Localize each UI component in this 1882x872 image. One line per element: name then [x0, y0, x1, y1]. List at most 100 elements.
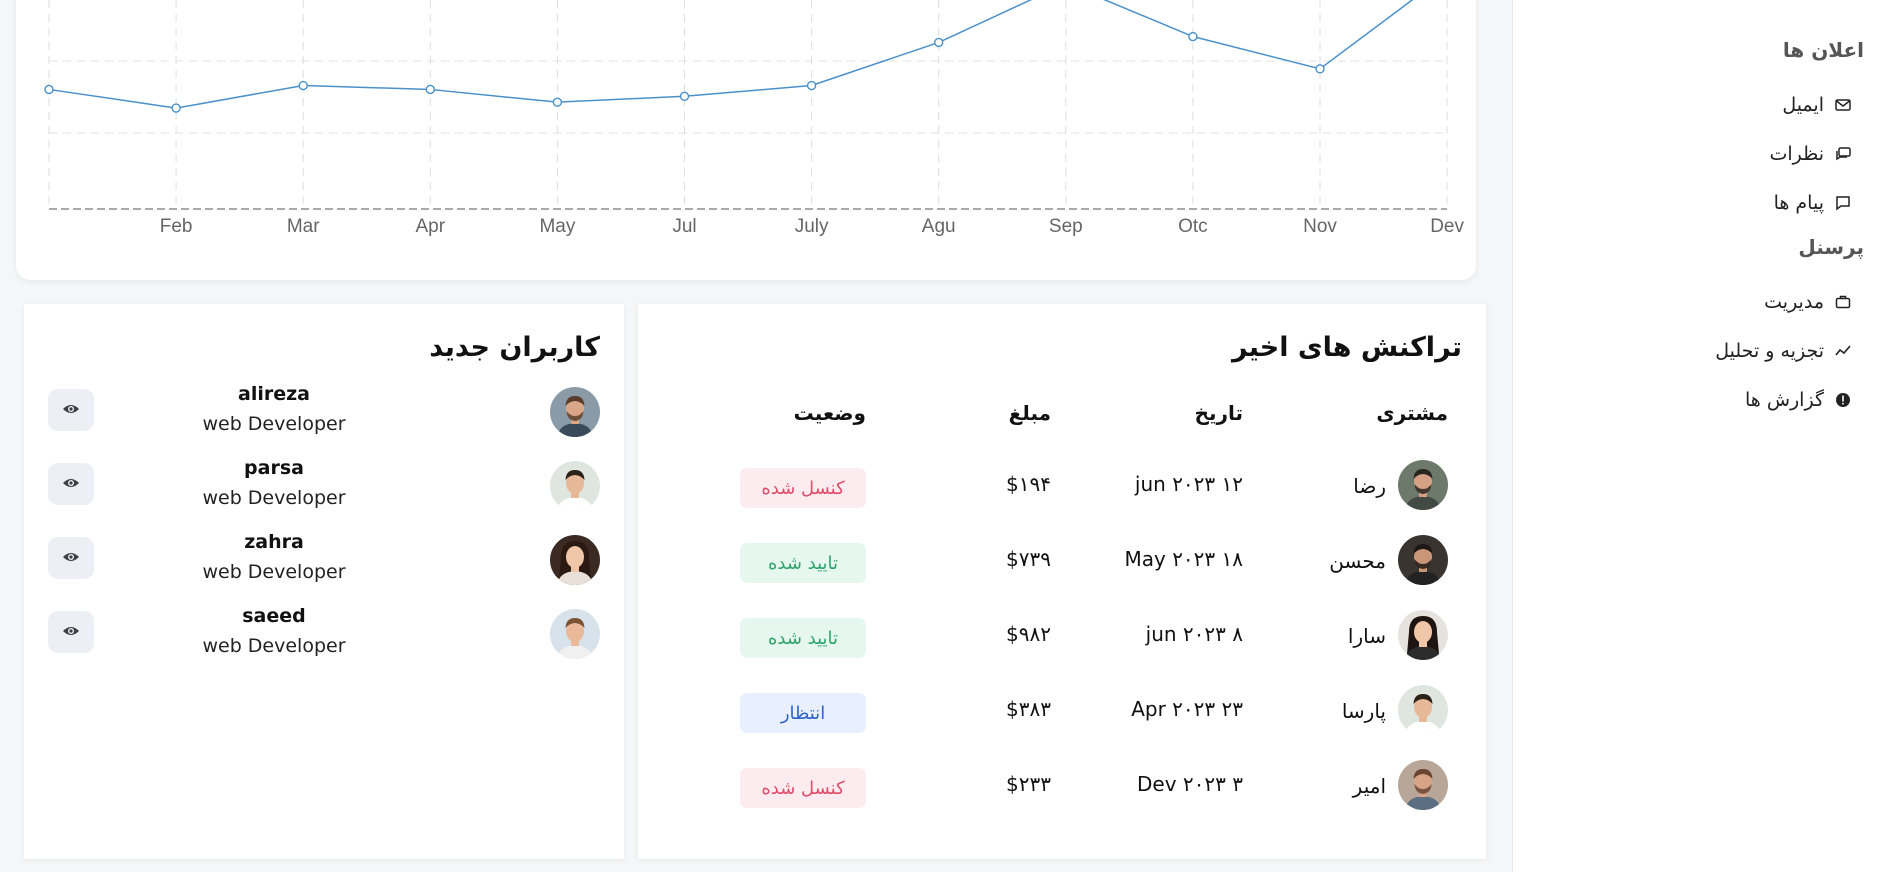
transaction-amount: $۲۳۳	[1006, 772, 1051, 796]
eye-icon	[62, 475, 80, 494]
comments-icon	[1834, 145, 1852, 163]
alert-circle-icon	[1834, 391, 1852, 409]
customer-name: سارا	[1347, 624, 1386, 648]
avatar	[550, 461, 600, 511]
column-header-status: وضعیت	[793, 401, 866, 425]
transaction-date: Dev ۲۰۲۳ ۳	[1137, 772, 1243, 796]
view-user-button[interactable]	[48, 611, 94, 653]
view-user-button[interactable]	[48, 537, 94, 579]
avatar	[1398, 535, 1448, 585]
data-point[interactable]	[1188, 31, 1198, 42]
data-point[interactable]	[806, 80, 817, 91]
x-tick-label: Mar	[287, 216, 320, 237]
table-row: رضا jun ۲۰۲۳ ۱۲ $۱۹۴ کنسل شده	[638, 450, 1486, 520]
x-tick-label: Sep	[1049, 216, 1083, 237]
sidebar: اعلان ها ایمیل نظرات پیام ها پرسنل مدیریت تجزی…	[1512, 0, 1882, 872]
new-users-title: کاربران جدید	[429, 332, 600, 363]
transaction-amount: $۹۸۲	[1006, 622, 1051, 646]
sidebar-item-label: پیام ها	[1773, 191, 1824, 214]
eye-icon	[62, 623, 80, 642]
data-point[interactable]	[934, 37, 944, 48]
data-point[interactable]	[298, 80, 308, 91]
status-badge: کنسل شده	[740, 468, 866, 508]
recent-transactions-card: تراکنش های اخیر مشتری تاریخ مبلغ وضعیت ر…	[638, 304, 1486, 859]
sidebar-item-label: تجزیه و تحلیل	[1715, 339, 1824, 362]
x-tick-label: Agu	[922, 216, 956, 237]
user-list-item: alireza web Developer	[24, 379, 624, 443]
user-info: saeed web Developer	[164, 601, 384, 661]
table-row: پارسا Apr ۲۰۲۳ ۲۳ $۳۸۳ انتظار	[638, 675, 1486, 745]
x-tick-label: Jul	[672, 216, 696, 237]
transaction-amount: $۱۹۴	[1006, 472, 1051, 496]
sidebar-item[interactable]: پیام ها	[1513, 178, 1882, 227]
customer-name: پارسا	[1341, 699, 1386, 723]
avatar	[550, 387, 600, 437]
user-info: zahra web Developer	[164, 527, 384, 587]
user-list-item: zahra web Developer	[24, 527, 624, 591]
sidebar-item-label: مدیریت	[1764, 290, 1824, 313]
x-tick-label: Dev	[1430, 216, 1464, 237]
column-header-date: تاریخ	[1194, 401, 1243, 425]
new-users-card: کاربران جدید alireza web Developer parsa…	[24, 304, 624, 859]
x-tick-label: Apr	[416, 216, 446, 237]
table-row: امیر Dev ۲۰۲۳ ۳ $۲۳۳ کنسل شده	[638, 750, 1486, 820]
customer-name: امیر	[1352, 774, 1386, 798]
mail-icon	[1834, 96, 1852, 114]
x-tick-label: July	[795, 216, 829, 237]
user-role: web Developer	[202, 561, 346, 583]
transaction-date: jun ۲۰۲۳ ۱۲	[1134, 472, 1243, 496]
sales-chart-card: Feb Mar Apr May Jul July Agu Sep Otc Nov Dev	[16, 0, 1476, 280]
user-list-item: saeed web Developer	[24, 601, 624, 665]
transaction-date: jun ۲۰۲۳ ۸	[1145, 622, 1243, 646]
series-line	[48, 0, 1414, 109]
sidebar-item[interactable]: گزارش ها	[1513, 375, 1882, 424]
avatar	[1398, 760, 1448, 810]
avatar	[1398, 685, 1448, 735]
data-point[interactable]	[552, 97, 563, 107]
sidebar-section-heading: اعلان ها	[1782, 38, 1864, 62]
table-row: سارا jun ۲۰۲۳ ۸ $۹۸۲ تایید شده	[638, 600, 1486, 670]
transaction-amount: $۳۸۳	[1006, 697, 1051, 721]
data-point[interactable]	[425, 84, 435, 95]
sidebar-item-label: نظرات	[1769, 142, 1824, 165]
sidebar-item[interactable]: نظرات	[1513, 129, 1882, 178]
sidebar-item-label: ایمیل	[1782, 93, 1824, 116]
status-badge: کنسل شده	[740, 768, 866, 808]
status-badge: تایید شده	[740, 543, 866, 583]
user-role: web Developer	[202, 413, 346, 435]
sidebar-item-label: گزارش ها	[1744, 388, 1824, 411]
view-user-button[interactable]	[48, 389, 94, 431]
table-row: محسن May ۲۰۲۳ ۱۸ $۷۳۹ تایید شده	[638, 525, 1486, 595]
sidebar-item[interactable]: مدیریت	[1513, 277, 1882, 326]
sidebar-item[interactable]: ایمیل	[1513, 80, 1882, 129]
data-point[interactable]	[1315, 64, 1325, 74]
avatar	[550, 609, 600, 659]
user-info: alireza web Developer	[164, 379, 384, 439]
line-chart: Feb Mar Apr May Jul July Agu Sep Otc Nov Dev	[44, 0, 1464, 237]
briefcase-icon	[1834, 293, 1852, 311]
data-point[interactable]	[44, 84, 54, 95]
x-tick-label: Otc	[1178, 216, 1208, 237]
transaction-date: May ۲۰۲۳ ۱۸	[1124, 547, 1243, 571]
data-point[interactable]	[171, 103, 181, 113]
avatar	[550, 535, 600, 585]
avatar	[1398, 610, 1448, 660]
trend-icon	[1834, 342, 1852, 360]
user-list-item: parsa web Developer	[24, 453, 624, 517]
status-badge: تایید شده	[740, 618, 866, 658]
x-tick-label: Feb	[160, 216, 193, 237]
transaction-date: Apr ۲۰۲۳ ۲۳	[1131, 697, 1243, 721]
user-role: web Developer	[202, 487, 346, 509]
data-point[interactable]	[679, 91, 690, 102]
sidebar-section-heading: پرسنل	[1798, 235, 1864, 259]
sidebar-item[interactable]: تجزیه و تحلیل	[1513, 326, 1882, 375]
column-header-amount: مبلغ	[1008, 401, 1051, 425]
user-role: web Developer	[202, 635, 346, 657]
status-badge: انتظار	[740, 693, 866, 733]
view-user-button[interactable]	[48, 463, 94, 505]
customer-name: محسن	[1329, 549, 1386, 573]
x-tick-label: May	[539, 216, 575, 237]
user-name: alireza	[238, 383, 310, 405]
user-info: parsa web Developer	[164, 453, 384, 513]
customer-name: رضا	[1353, 474, 1386, 498]
